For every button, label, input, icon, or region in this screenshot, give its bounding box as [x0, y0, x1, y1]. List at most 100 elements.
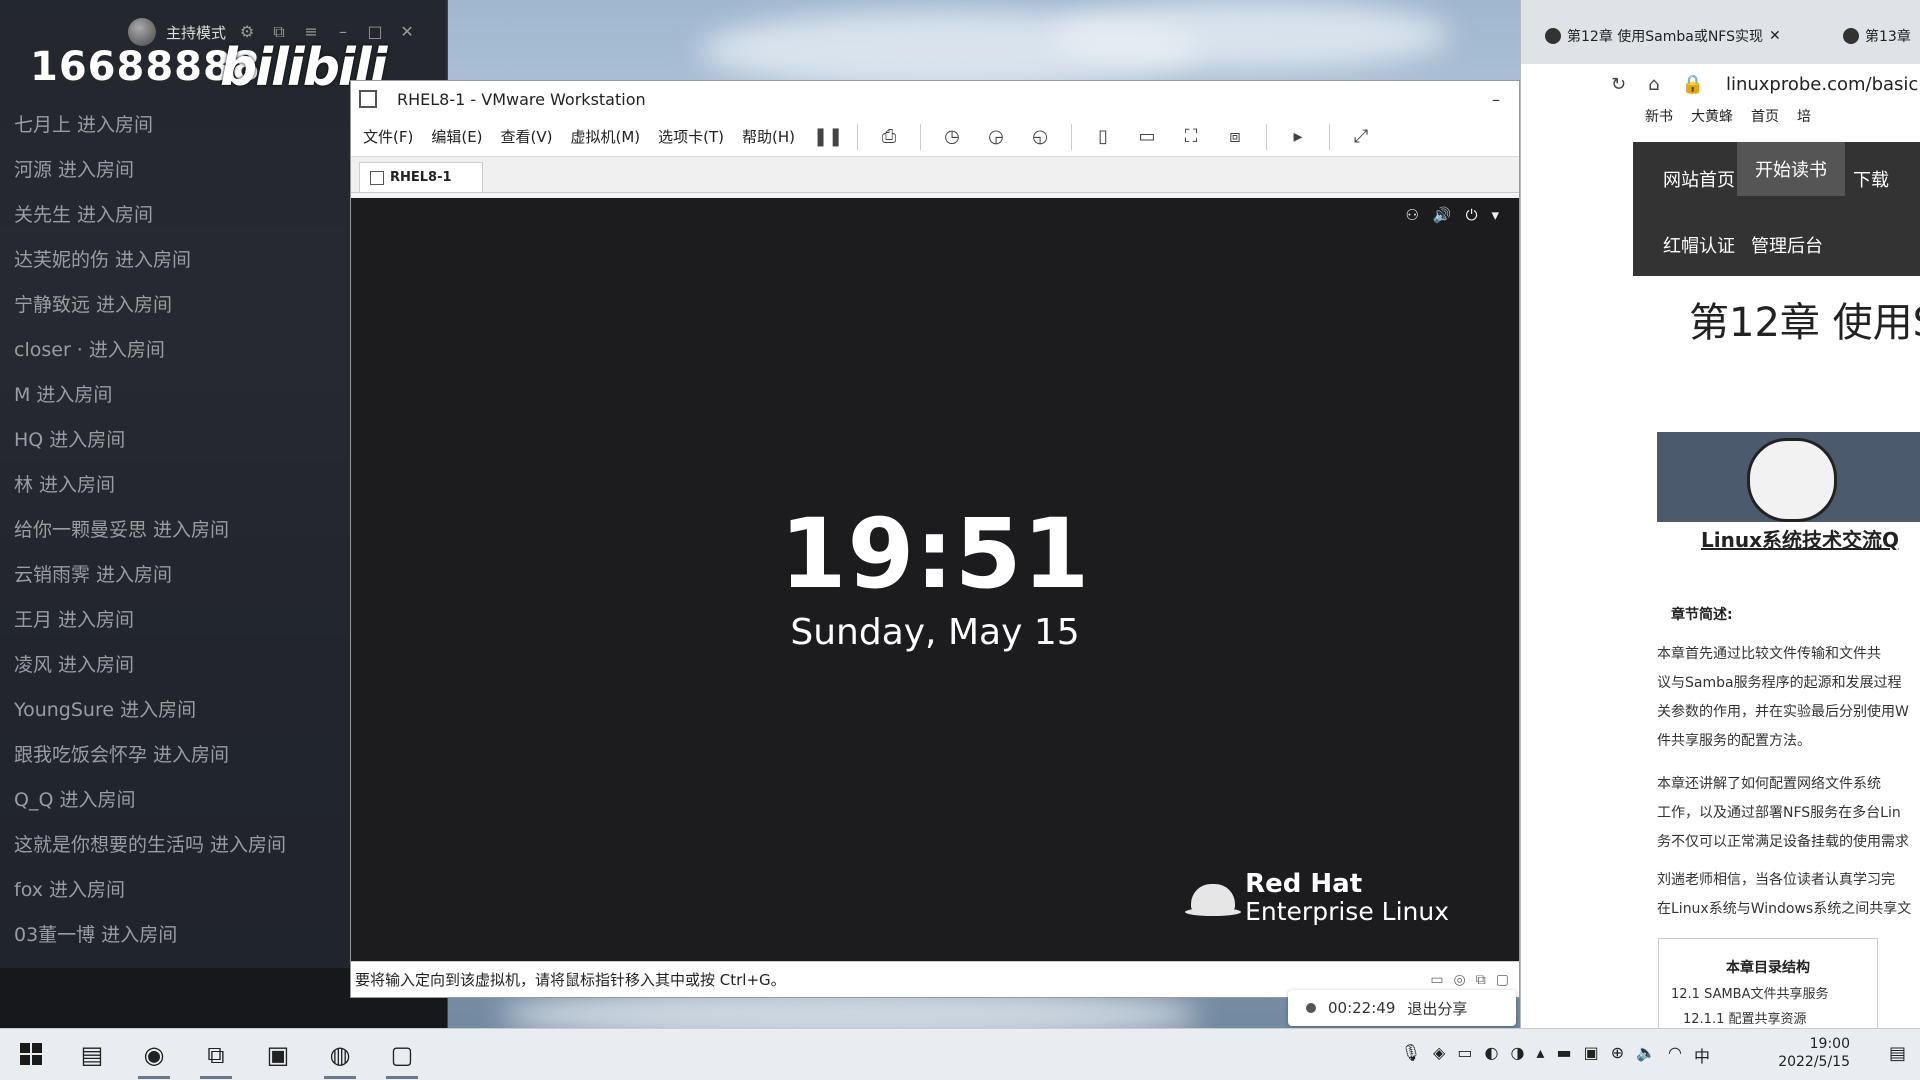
bookmark-item[interactable]: 首页	[1751, 106, 1779, 126]
chat-entry: Q_Q 进入房间	[14, 789, 136, 811]
home-icon[interactable]: ⌂	[1648, 74, 1659, 95]
close-tab-icon[interactable]: ✕	[1769, 28, 1781, 44]
nav-admin[interactable]: 管理后台	[1751, 232, 1823, 258]
network-icon[interactable]: ⚇	[1405, 206, 1418, 224]
network-adapter-icon[interactable]: ⧉	[1476, 972, 1486, 988]
thumbnail-bar-icon[interactable]: ▭	[1134, 124, 1160, 150]
app-taskbar-icon[interactable]: ▣	[258, 1037, 298, 1073]
nav-download[interactable]: 下载	[1853, 166, 1889, 192]
nav-read[interactable]: 开始读书	[1737, 142, 1845, 196]
fullscreen-icon[interactable]: ⛶	[1178, 124, 1204, 150]
chat-entry: 王月 进入房间	[14, 609, 135, 631]
stream-taskbar-icon[interactable]: ▢	[382, 1037, 422, 1079]
lock-date: Sunday, May 15	[790, 612, 1080, 653]
notification-icon[interactable]: ▤	[1889, 1043, 1906, 1064]
tray-app-icon[interactable]: ▣	[1584, 1043, 1599, 1067]
chevron-down-icon[interactable]: ▾	[1491, 206, 1499, 224]
stretch-icon[interactable]: ⤢	[1348, 124, 1374, 150]
vm-tab-strip: RHEL8-1	[351, 157, 1519, 193]
tray-app-icon[interactable]: ▭	[1457, 1043, 1472, 1067]
chat-entry: 03董一博 进入房间	[14, 924, 178, 946]
tray-app-icon[interactable]: ◐	[1484, 1043, 1498, 1067]
start-button[interactable]	[20, 1043, 42, 1065]
reload-icon[interactable]: ↻	[1611, 74, 1626, 95]
hdd-icon[interactable]: ▭	[1430, 972, 1443, 988]
clock[interactable]: 19:00 2022/5/15	[1778, 1035, 1850, 1071]
recording-dot-icon	[1306, 1003, 1316, 1013]
bookmark-item[interactable]: 培	[1797, 106, 1811, 126]
chat-entry: 这就是你想要的生活吗 进入房间	[14, 834, 287, 856]
toolbar-separator	[1266, 123, 1268, 150]
browser-taskbar-icon[interactable]: ◉	[134, 1037, 174, 1079]
guest-lock-screen[interactable]: ⚇ 🔊 ⏻ ▾ 19:51 Sunday, May 15 Red Hat Ent…	[351, 198, 1519, 962]
paragraph-line: 关参数的作用，并在实验最后分别使用W	[1657, 704, 1909, 720]
host-avatar[interactable]	[128, 18, 156, 46]
mic-icon[interactable]: 🎙	[1401, 1043, 1421, 1067]
host-mode-label[interactable]: 主持模式	[166, 22, 226, 43]
unity-icon[interactable]: ⧈	[1222, 124, 1248, 150]
tray-app-icon[interactable]: ⊕	[1611, 1043, 1624, 1067]
vmware-menubar: 文件(F) 编辑(E) 查看(V) 虚拟机(M) 选项卡(T) 帮助(H) ❚❚…	[351, 117, 1519, 157]
toolbar-separator	[1071, 123, 1073, 150]
library-icon[interactable]: ▯	[1090, 124, 1116, 150]
tab-rhel8-1[interactable]: RHEL8-1	[359, 162, 483, 192]
nav-home[interactable]: 网站首页	[1663, 166, 1735, 192]
browser-tab-1[interactable]: 第12章 使用Samba或NFS实现 ✕	[1545, 22, 1781, 50]
display-icon[interactable]: ▢	[1496, 972, 1509, 988]
menu-view[interactable]: 查看(V)	[501, 126, 553, 147]
cd-icon[interactable]: ◎	[1454, 972, 1466, 988]
redhat-product: Enterprise Linux	[1245, 897, 1449, 926]
system-tray: 🎙 ◈ ▭ ◐ ◑ ▴ ▬ ▣ ⊕ 🔈 ◠ 中	[1401, 1043, 1710, 1067]
ime-indicator[interactable]: 中	[1694, 1043, 1710, 1067]
menu-help[interactable]: 帮助(H)	[742, 126, 795, 147]
snapshot-manager-icon[interactable]: ◵	[1027, 124, 1053, 150]
screen-share-bar: 00:22:49 退出分享	[1288, 990, 1516, 1026]
menu-tabs[interactable]: 选项卡(T)	[658, 126, 724, 147]
bookmark-item[interactable]: 新书	[1645, 106, 1673, 126]
chat-entry: 给你一颗曼妥思 进入房间	[14, 519, 230, 541]
wifi-icon[interactable]: ◠	[1668, 1043, 1682, 1067]
lock-clock: 19:51	[779, 498, 1091, 610]
menu-file[interactable]: 文件(F)	[363, 126, 413, 147]
taskbar: ▤ ◉ ⧉ ▣ ◍ ▢ 🎙 ◈ ▭ ◐ ◑ ▴ ▬ ▣ ⊕ 🔈 ◠ 中 19:0…	[0, 1028, 1920, 1080]
paragraph-line: 务不仅可以正常满足设备挂载的使用需求	[1657, 834, 1909, 850]
power-icon[interactable]: ⏻	[1466, 206, 1478, 224]
bookmark-item[interactable]: 大黄蜂	[1691, 106, 1733, 126]
page-title: 第12章 使用S	[1689, 300, 1920, 346]
share-timer: 00:22:49	[1328, 999, 1396, 1017]
globe-taskbar-icon[interactable]: ◍	[320, 1037, 360, 1079]
paragraph-line: 工作，以及通过部署NFS服务在多台Lin	[1657, 805, 1901, 821]
toc-item[interactable]: 12.1 SAMBA文件共享服务	[1671, 983, 1877, 1002]
exit-share-button[interactable]: 退出分享	[1407, 998, 1467, 1019]
menu-vm[interactable]: 虚拟机(M)	[571, 126, 641, 147]
clock-date: 2022/5/15	[1778, 1054, 1850, 1070]
revert-snapshot-icon[interactable]: ◶	[983, 124, 1009, 150]
pause-icon[interactable]: ❚❚	[813, 124, 843, 150]
minimize-button[interactable]: –	[1473, 90, 1519, 109]
toolbar-separator	[920, 123, 922, 150]
file-explorer-icon[interactable]: ▤	[72, 1037, 112, 1073]
paragraph-line: 议与Samba服务程序的起源和发展过程	[1657, 675, 1902, 691]
address-bar-row: ↻ ⌂ 🔒 linuxprobe.com/basic	[1521, 64, 1920, 104]
send-ctrl-alt-del-icon[interactable]: ⎙	[876, 124, 902, 150]
chat-entry: 关先生 进入房间	[14, 204, 154, 226]
chat-entry: 跟我吃饭会怀孕 进入房间	[14, 744, 230, 766]
browser-tabstrip: 第12章 使用Samba或NFS实现 ✕ 第13章	[1521, 0, 1920, 72]
nav-redhat-cert[interactable]: 红帽认证	[1663, 232, 1735, 258]
volume-icon[interactable]: 🔊	[1433, 206, 1452, 224]
volume-icon[interactable]: 🔈	[1636, 1043, 1656, 1067]
chevron-up-icon[interactable]: ▴	[1536, 1043, 1544, 1067]
qq-group-link[interactable]: Linux系统技术交流Q	[1701, 524, 1899, 553]
snapshot-icon[interactable]: ◷	[939, 124, 965, 150]
close-icon[interactable]: ✕	[396, 21, 418, 43]
vmware-taskbar-icon[interactable]: ⧉	[196, 1037, 236, 1079]
tray-app-icon[interactable]: ◈	[1433, 1043, 1445, 1067]
console-icon[interactable]: ▸	[1285, 124, 1311, 150]
browser-tab-2[interactable]: 第13章	[1843, 22, 1911, 50]
toc-item[interactable]: 12.1.1 配置共享资源	[1683, 1008, 1877, 1027]
menu-edit[interactable]: 编辑(E)	[431, 126, 482, 147]
url-field[interactable]: linuxprobe.com/basic	[1726, 74, 1918, 95]
tray-app-icon[interactable]: ◑	[1510, 1043, 1524, 1067]
redhat-hat-icon	[1185, 884, 1242, 916]
tray-app-icon[interactable]: ▬	[1556, 1043, 1571, 1067]
